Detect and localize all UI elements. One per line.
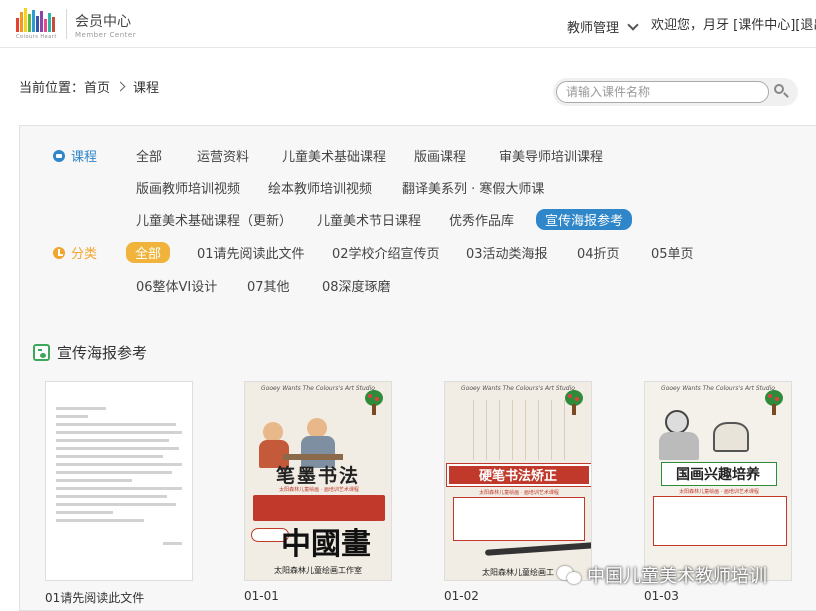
doc-line — [56, 463, 182, 466]
doc-line — [56, 519, 145, 522]
member-center-subtitle: Member Center — [75, 31, 137, 39]
doc-line — [56, 479, 132, 482]
course-item-basic-updated[interactable]: 儿童美术基础课程（更新） — [136, 210, 292, 229]
course-item-print-video[interactable]: 版画教师培训视频 — [136, 178, 240, 197]
wechat-icon — [557, 564, 583, 586]
course-item-poster-active[interactable]: 宣传海报参考 — [536, 209, 633, 230]
category-icon — [53, 246, 65, 259]
course-item-picturebook-video[interactable]: 绘本教师培训视频 — [268, 178, 372, 197]
card-poster-painting[interactable]: Gooey Wants The Colours's Art Studio 国画兴… — [644, 381, 792, 581]
category-filter-label: 分类 — [53, 243, 97, 262]
card-caption[interactable]: 01请先阅读此文件 — [45, 589, 144, 606]
section-header: 宣传海报参考 — [33, 342, 147, 363]
tree-logo-icon — [763, 390, 785, 416]
doc-line — [56, 439, 170, 442]
section-title: 宣传海报参考 — [57, 344, 148, 362]
course-item-master[interactable]: 翻译美系列 · 寒假大师课 — [402, 178, 544, 197]
teacher-manage-label: 教师管理 — [567, 21, 620, 36]
painting-illustration — [655, 402, 755, 462]
doc-line — [56, 503, 176, 506]
watermark-text: 中国儿童美术教师培训 — [587, 566, 767, 587]
course-item-all[interactable]: 全部 — [136, 146, 162, 165]
poster-info-box — [653, 496, 787, 546]
card-poster-hardpen[interactable]: Gooey Wants The Colours's Art Studio 硬笔书… — [444, 381, 592, 581]
poster-subtitle: 太阳森林儿童绘画 · 画培训艺术课程 — [479, 490, 559, 496]
figures-illustration — [255, 402, 355, 470]
poster-title: 国画兴趣培养 — [676, 467, 760, 483]
brand-logo[interactable]: Colours Heart — [16, 8, 60, 42]
category-item-02[interactable]: 02学校介绍宣传页 — [332, 243, 440, 262]
category-item-03[interactable]: 03活动类海报 — [466, 243, 548, 262]
doc-line — [56, 487, 182, 490]
category-item-06[interactable]: 06整体VI设计 — [136, 276, 217, 295]
watermark: 中国儿童美术教师培训 — [557, 562, 767, 588]
tree-logo-icon — [363, 390, 385, 416]
doc-line — [56, 495, 167, 498]
doc-line — [56, 455, 164, 458]
card-document[interactable] — [45, 381, 193, 581]
doc-line — [163, 542, 182, 545]
breadcrumb-current: 课程 — [133, 81, 160, 96]
poster-section-icon — [33, 344, 50, 361]
card-caption[interactable]: 01-03 — [644, 589, 679, 603]
category-item-08[interactable]: 08深度琢磨 — [322, 276, 391, 295]
poster-title: 硬笔书法矫正 — [478, 469, 557, 484]
course-icon — [53, 149, 65, 162]
top-header: Colours Heart 会员中心 Member Center 教师管理 欢迎… — [0, 0, 816, 48]
poster-footer: 太阳森林儿童绘画工作室 — [274, 566, 362, 575]
poster-subtitle: 太阳森林儿童绘画 · 画培训艺术课程 — [279, 487, 359, 493]
course-label-text: 课程 — [71, 150, 98, 165]
course-item-aesthetic[interactable]: 审美导师培训课程 — [499, 146, 603, 165]
category-label-text: 分类 — [71, 247, 98, 262]
welcome-text[interactable]: 欢迎您，月牙 [课件中心][退出] — [651, 14, 816, 33]
course-item-festival[interactable]: 儿童美术节日课程 — [317, 210, 421, 229]
category-item-all-active[interactable]: 全部 — [126, 242, 171, 263]
poster-image: Gooey Wants The Colours's Art Studio 笔墨书… — [245, 382, 391, 580]
search-button[interactable] — [773, 83, 791, 101]
search-icon-handle — [783, 92, 789, 98]
poster-info-band — [253, 495, 385, 521]
card-poster-calligraphy[interactable]: Gooey Wants The Colours's Art Studio 笔墨书… — [244, 381, 392, 581]
poster-image: Gooey Wants The Colours's Art Studio 国画兴… — [645, 382, 791, 580]
poster-image: Gooey Wants The Colours's Art Studio 硬笔书… — [445, 382, 591, 580]
doc-line — [56, 407, 107, 410]
category-item-04[interactable]: 04折页 — [577, 243, 620, 262]
poster-brush-text: 中國畫 — [281, 527, 371, 562]
logo-mark — [16, 8, 60, 32]
category-item-07[interactable]: 07其他 — [247, 276, 290, 295]
logo-text: Colours Heart — [16, 34, 57, 40]
tree-logo-icon — [563, 390, 585, 416]
document-preview — [56, 402, 182, 550]
course-item-works[interactable]: 优秀作品库 — [449, 210, 514, 229]
doc-line — [56, 431, 182, 434]
course-item-basic[interactable]: 儿童美术基础课程 — [282, 146, 386, 165]
chevron-down-icon — [627, 18, 639, 31]
pen-illustration — [484, 542, 591, 556]
doc-line — [56, 447, 180, 450]
course-item-print[interactable]: 版画课程 — [414, 146, 466, 165]
doc-line — [56, 511, 113, 514]
category-item-05[interactable]: 05单页 — [651, 243, 694, 262]
doc-line — [56, 423, 176, 426]
card-caption[interactable]: 01-02 — [444, 589, 479, 603]
doc-line — [56, 471, 172, 474]
course-filter-label: 课程 — [53, 146, 97, 165]
chevron-right-icon — [115, 81, 126, 92]
poem-grid — [461, 400, 565, 460]
member-center-title: 会员中心 — [75, 14, 131, 30]
doc-line — [56, 415, 88, 418]
poster-subtitle: 太阳森林儿童绘画 · 画培训艺术课程 — [679, 489, 759, 495]
card-caption[interactable]: 01-01 — [244, 589, 279, 603]
course-item-operations[interactable]: 运营资料 — [197, 146, 249, 165]
breadcrumb-home[interactable]: 当前位置：首页 — [19, 77, 110, 96]
poster-title: 笔墨书法 — [275, 465, 360, 487]
category-item-01[interactable]: 01请先阅读此文件 — [197, 243, 305, 262]
teacher-manage-menu[interactable]: 教师管理 — [567, 17, 639, 36]
poster-info-box — [453, 497, 585, 541]
breadcrumb: 当前位置：首页 课程 — [19, 77, 159, 96]
search-box — [553, 78, 798, 106]
logo-divider — [66, 9, 67, 39]
search-input[interactable] — [556, 81, 769, 103]
